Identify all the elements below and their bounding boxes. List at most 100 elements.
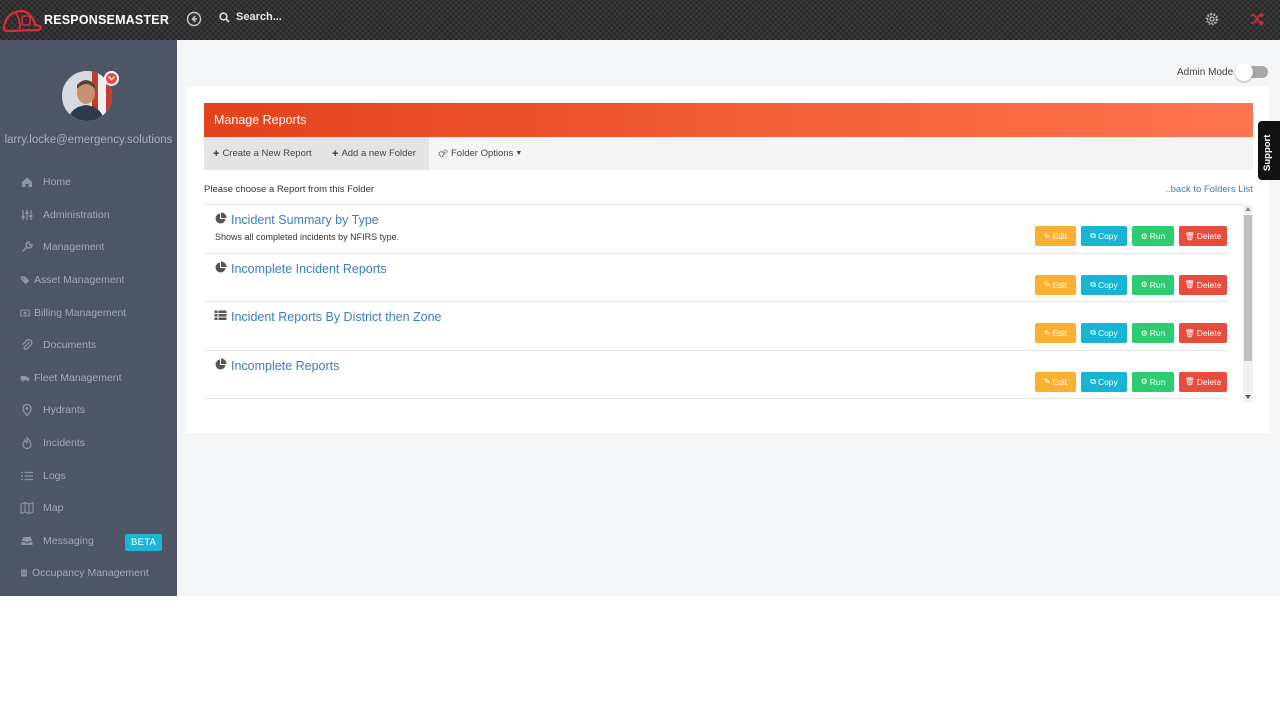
sidebar-item-billing-management[interactable]: Billing Management: [0, 296, 177, 329]
cogs-icon: [438, 149, 448, 158]
create-report-label: Create a New Report: [222, 148, 312, 159]
paperclip-icon: [22, 339, 33, 351]
pie-chart-icon: [215, 358, 227, 369]
plus-icon: +: [332, 147, 339, 160]
avatar-badge[interactable]: [104, 71, 119, 86]
admin-mode-label: Admin Mode: [1177, 66, 1234, 78]
brand-name: RESPONSEMASTER: [44, 13, 170, 27]
report-actions: ✎ Edit ⧉ Copy ⚙ Run 🗑 Delete: [1035, 226, 1227, 246]
sidebar-item-messaging[interactable]: Messaging BETA: [0, 525, 177, 558]
sidebar-item-management[interactable]: Management: [0, 231, 177, 264]
report-actions: ✎ Edit ⧉ Copy ⚙ Run 🗑 Delete: [1035, 323, 1227, 343]
page-title: Manage Reports: [214, 113, 307, 127]
report-row: Incomplete Reports ✎ Edit ⧉ Copy ⚙ Run 🗑 Del…: [204, 351, 1228, 399]
report-title-link[interactable]: Incomplete Reports: [231, 359, 339, 373]
add-folder-button[interactable]: + Add a new Folder: [323, 137, 429, 170]
gear-icon[interactable]: [1204, 11, 1220, 27]
sidebar-item-label: Occupancy Management: [32, 567, 149, 580]
admin-mode: Admin Mode: [1177, 63, 1269, 81]
fire-icon: [22, 436, 32, 450]
delete-button[interactable]: 🗑 Delete: [1179, 323, 1227, 343]
toggle-knob: [1235, 63, 1254, 81]
report-row: Incident Summary by Type Shows all compl…: [204, 205, 1228, 254]
sidebar-item-label: Hydrants: [43, 404, 86, 417]
edit-label: Edit: [1052, 376, 1068, 387]
support-tab[interactable]: Support: [1258, 121, 1280, 180]
edit-button[interactable]: ✎ Edit: [1035, 323, 1076, 343]
back-to-folders-link[interactable]: ..back to Folders List: [1165, 184, 1253, 195]
sidebar-item-logs[interactable]: Logs: [0, 459, 177, 492]
copy-button[interactable]: ⧉ Copy: [1081, 226, 1127, 246]
folder-options-dropdown[interactable]: Folder Options ▼: [429, 137, 531, 170]
sidebar-item-label: Messaging: [43, 534, 94, 547]
report-list-scrollbar[interactable]: [1243, 205, 1253, 403]
sidebar-item-fleet-management[interactable]: Fleet Management: [0, 362, 177, 395]
search-box[interactable]: Search...: [219, 11, 282, 23]
report-title-link[interactable]: Incomplete Incident Reports: [231, 262, 387, 276]
run-label: Run: [1149, 279, 1166, 290]
folder-options-label: Folder Options: [451, 148, 514, 159]
report-title-link[interactable]: Incident Reports By District then Zone: [231, 310, 442, 324]
run-label: Run: [1149, 328, 1166, 338]
pie-chart-icon: [215, 212, 227, 224]
delete-label: Delete: [1196, 328, 1222, 338]
run-button[interactable]: ⚙ Run: [1132, 371, 1174, 392]
sidebar-item-label: Fleet Management: [34, 371, 122, 384]
delete-button[interactable]: 🗑 Delete: [1179, 371, 1227, 392]
delete-label: Delete: [1196, 231, 1222, 241]
run-button[interactable]: ⚙ Run: [1132, 274, 1174, 295]
trash-icon: 🗑: [1184, 231, 1195, 241]
copy-label: Copy: [1097, 328, 1118, 338]
trash-icon: 🗑: [1184, 377, 1195, 386]
report-toolbar: + Create a New Report + Add a new Folder…: [204, 137, 1253, 170]
folder-instructions: Please choose a Report from this Folder: [204, 184, 375, 195]
copy-label: Copy: [1097, 279, 1118, 290]
run-button[interactable]: ⚙ Run: [1132, 323, 1174, 343]
edit-button[interactable]: ✎ Edit: [1035, 226, 1076, 246]
sidebar-item-asset-management[interactable]: Asset Management: [0, 264, 177, 297]
copy-button[interactable]: ⧉ Copy: [1081, 371, 1127, 392]
delete-button[interactable]: 🗑 Delete: [1179, 274, 1227, 295]
copy-label: Copy: [1097, 376, 1118, 387]
shuffle-icon[interactable]: [1249, 11, 1265, 27]
back-circle-icon[interactable]: [186, 11, 202, 27]
top-bar: RESPONSEMASTER Search...: [0, 0, 1280, 40]
edit-icon: ✎: [1043, 328, 1051, 338]
sidebar-item-hydrants[interactable]: Hydrants: [0, 394, 177, 427]
map-pin-icon: [22, 404, 32, 417]
trash-icon: 🗑: [1184, 280, 1195, 289]
sidebar-item-map[interactable]: Map: [0, 492, 177, 525]
copy-button[interactable]: ⧉ Copy: [1081, 323, 1127, 343]
edit-button[interactable]: ✎ Edit: [1035, 274, 1076, 295]
sidebar-nav: Home Administration Management Asset Man…: [0, 166, 177, 590]
sidebar-item-administration[interactable]: Administration: [0, 199, 177, 232]
delete-button[interactable]: 🗑 Delete: [1179, 226, 1227, 246]
copy-label: Copy: [1097, 231, 1118, 241]
add-folder-label: Add a new Folder: [341, 148, 416, 159]
sidebar-item-label: Asset Management: [34, 274, 125, 287]
scroll-up-arrow-icon[interactable]: [1245, 207, 1251, 211]
scroll-thumb[interactable]: [1244, 215, 1252, 361]
create-report-button[interactable]: + Create a New Report: [204, 137, 323, 170]
run-button[interactable]: ⚙ Run: [1132, 226, 1174, 246]
edit-button[interactable]: ✎ Edit: [1035, 371, 1076, 392]
admin-mode-toggle[interactable]: [1235, 63, 1269, 81]
sidebar-item-documents[interactable]: Documents: [0, 329, 177, 362]
edit-icon: ✎: [1043, 377, 1051, 386]
delete-label: Delete: [1196, 279, 1222, 290]
delete-label: Delete: [1196, 376, 1222, 387]
run-label: Run: [1149, 376, 1166, 387]
sidebar-item-home[interactable]: Home: [0, 166, 177, 199]
brand[interactable]: RESPONSEMASTER: [2, 7, 169, 33]
copy-icon: ⧉: [1090, 279, 1096, 289]
sidebar-item-occupancy-management[interactable]: Occupancy Management: [0, 557, 177, 590]
scroll-down-arrow-icon[interactable]: [1245, 395, 1251, 399]
report-actions: ✎ Edit ⧉ Copy ⚙ Run 🗑 Delete: [1035, 371, 1227, 392]
sidebar-item-incidents[interactable]: Incidents: [0, 427, 177, 460]
cogs-icon: ⚙: [1140, 231, 1148, 241]
report-title-link[interactable]: Incident Summary by Type: [231, 213, 379, 227]
report-description: Shows all completed incidents by NFIRS t…: [215, 232, 400, 242]
copy-icon: ⧉: [1090, 328, 1096, 337]
copy-button[interactable]: ⧉ Copy: [1081, 274, 1127, 295]
search-icon: [219, 11, 230, 23]
